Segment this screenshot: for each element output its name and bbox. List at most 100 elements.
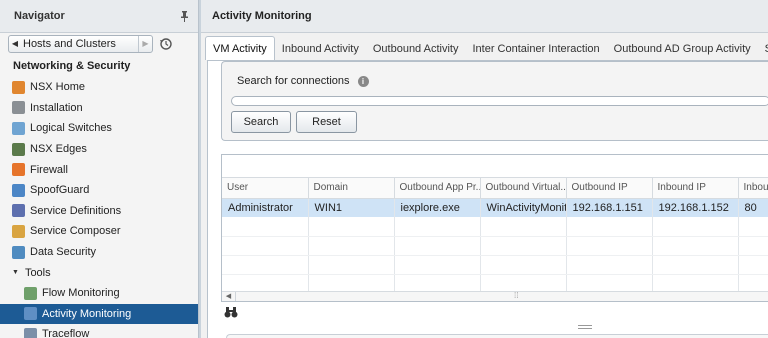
splitter-grip-icon[interactable] xyxy=(577,325,592,329)
caret-down-icon[interactable]: ▼ xyxy=(12,269,19,276)
reset-button[interactable]: Reset xyxy=(296,111,357,133)
traceflow-icon xyxy=(24,327,37,338)
panel-splitter[interactable] xyxy=(221,323,768,331)
scroll-grip-icon[interactable]: ⁞⁞ xyxy=(514,291,518,300)
grid-toolbar xyxy=(222,155,768,178)
navigator-header: Navigator xyxy=(0,0,198,33)
column-header[interactable]: Outbound Virtual... xyxy=(480,178,567,199)
empty-cell xyxy=(394,217,481,237)
sidebar-item-nsx-home[interactable]: NSX Home xyxy=(0,77,198,98)
main-panel: Activity Monitoring VM Activity Inbound A… xyxy=(201,0,768,338)
search-button[interactable]: Search xyxy=(231,111,291,133)
logical-switch-icon xyxy=(12,121,25,135)
tab-outbound-activity[interactable]: Outbound Activity xyxy=(366,38,466,60)
sidebar-item-nsx-edges[interactable]: NSX Edges xyxy=(0,139,198,160)
sidebar-item-service-composer[interactable]: Service Composer xyxy=(0,221,198,242)
navigator-panel: Navigator ◀ Hosts and Clusters ▶ Network… xyxy=(0,0,199,338)
breadcrumb-label: Hosts and Clusters xyxy=(23,37,116,50)
sidebar-item-installation[interactable]: Installation xyxy=(0,98,198,119)
column-header[interactable]: Inboun xyxy=(738,178,768,199)
sidebar-item-label: Service Composer xyxy=(30,225,121,238)
column-header[interactable]: Outbound IP xyxy=(566,178,653,199)
sidebar-item-label: Logical Switches xyxy=(30,122,112,135)
table-cell: WIN1 xyxy=(308,198,395,217)
tab-settin[interactable]: Settin xyxy=(758,38,768,60)
sidebar-item-label: SpoofGuard xyxy=(30,184,90,197)
empty-cell xyxy=(394,236,481,256)
sidebar-item-firewall[interactable]: Firewall xyxy=(0,159,198,180)
sidebar-item-service-definitions[interactable]: Service Definitions xyxy=(0,201,198,222)
spoofguard-icon xyxy=(12,183,25,197)
column-header[interactable]: User xyxy=(222,178,309,199)
table-cell: WinActivityMonito xyxy=(480,198,567,217)
empty-cell xyxy=(738,255,768,275)
empty-cell xyxy=(222,217,309,237)
back-arrow-icon[interactable]: ◀ xyxy=(9,39,21,48)
forward-arrow-icon[interactable]: ▶ xyxy=(138,35,152,52)
sidebar-group-label: Tools xyxy=(24,266,51,279)
nav-section-networking-security: Networking & Security xyxy=(13,60,131,72)
firewall-icon xyxy=(12,163,25,177)
empty-cell xyxy=(738,236,768,256)
service-composer-icon xyxy=(12,224,25,238)
horizontal-scrollbar[interactable]: ◀ ⁞⁞ xyxy=(222,291,768,301)
tab-bar: VM Activity Inbound Activity Outbound Acti… xyxy=(205,36,768,60)
sidebar-item-spoofguard[interactable]: SpoofGuard xyxy=(0,180,198,201)
navigator-title: Navigator xyxy=(14,10,65,22)
sidebar-item-label: Service Definitions xyxy=(30,204,122,217)
sidebar-item-label: Activity Monitoring xyxy=(42,307,132,320)
history-icon[interactable] xyxy=(157,35,175,53)
data-security-icon xyxy=(12,245,25,259)
empty-row xyxy=(222,236,768,256)
sidebar-item-flow-monitoring[interactable]: Flow Monitoring xyxy=(0,283,198,304)
empty-cell xyxy=(394,255,481,275)
column-header[interactable]: Outbound App Pr... xyxy=(394,178,481,199)
sidebar-item-traceflow[interactable]: Traceflow xyxy=(0,324,198,338)
search-panel: Search for connections i Search Reset xyxy=(221,61,768,141)
empty-cell xyxy=(566,255,653,275)
search-label-wrap: Search for connections i xyxy=(237,75,369,87)
empty-cell xyxy=(308,217,395,237)
table-cell: 192.168.1.152 xyxy=(652,198,739,217)
flow-monitoring-icon xyxy=(24,286,37,300)
sidebar-group-tools[interactable]: ▼ Tools xyxy=(0,262,198,283)
empty-cell xyxy=(308,255,395,275)
page-title: Activity Monitoring xyxy=(201,0,768,33)
empty-cell xyxy=(222,236,309,256)
column-header[interactable]: Inbound IP xyxy=(652,178,739,199)
empty-cell xyxy=(652,255,739,275)
info-icon[interactable]: i xyxy=(357,75,369,87)
breadcrumb[interactable]: ◀ Hosts and Clusters ▶ xyxy=(8,34,153,53)
table-row[interactable]: Administrator WIN1 iexplore.exe WinActivity… xyxy=(222,198,768,217)
empty-cell xyxy=(566,236,653,256)
empty-cell xyxy=(738,217,768,237)
tab-vm-activity[interactable]: VM Activity xyxy=(205,36,275,60)
empty-row xyxy=(222,255,768,275)
results-grid: User Domain Outbound App Pr... Outbound Vir… xyxy=(221,154,768,302)
empty-cell xyxy=(566,217,653,237)
empty-cell xyxy=(652,217,739,237)
sidebar-item-label: Traceflow xyxy=(42,328,90,338)
scroll-left-icon[interactable]: ◀ xyxy=(222,291,236,301)
sidebar-item-label: Flow Monitoring xyxy=(42,287,120,300)
nsx-home-icon xyxy=(12,80,25,94)
empty-cell xyxy=(480,217,567,237)
column-header[interactable]: Domain xyxy=(308,178,395,199)
sidebar-item-logical-switches[interactable]: Logical Switches xyxy=(0,118,198,139)
search-input[interactable] xyxy=(231,96,768,106)
sidebar-item-label: Installation xyxy=(30,101,83,114)
tab-inter-container-interaction[interactable]: Inter Container Interaction xyxy=(465,38,606,60)
results-table: User Domain Outbound App Pr... Outbound Vir… xyxy=(222,178,768,294)
tab-outbound-ad-group-activity[interactable]: Outbound AD Group Activity xyxy=(607,38,758,60)
tab-inbound-activity[interactable]: Inbound Activity xyxy=(275,38,366,60)
search-label: Search for connections xyxy=(237,75,350,87)
pin-icon[interactable] xyxy=(178,9,190,23)
sidebar-item-activity-monitoring[interactable]: Activity Monitoring xyxy=(0,303,198,325)
binoculars-icon[interactable] xyxy=(224,307,238,321)
tab-content: Search for connections i Search Reset Us… xyxy=(207,60,768,338)
table-cell: 192.168.1.151 xyxy=(566,198,653,217)
table-cell: iexplore.exe xyxy=(394,198,481,217)
sidebar-item-data-security[interactable]: Data Security xyxy=(0,242,198,263)
gear-icon xyxy=(12,101,25,115)
empty-cell xyxy=(480,255,567,275)
